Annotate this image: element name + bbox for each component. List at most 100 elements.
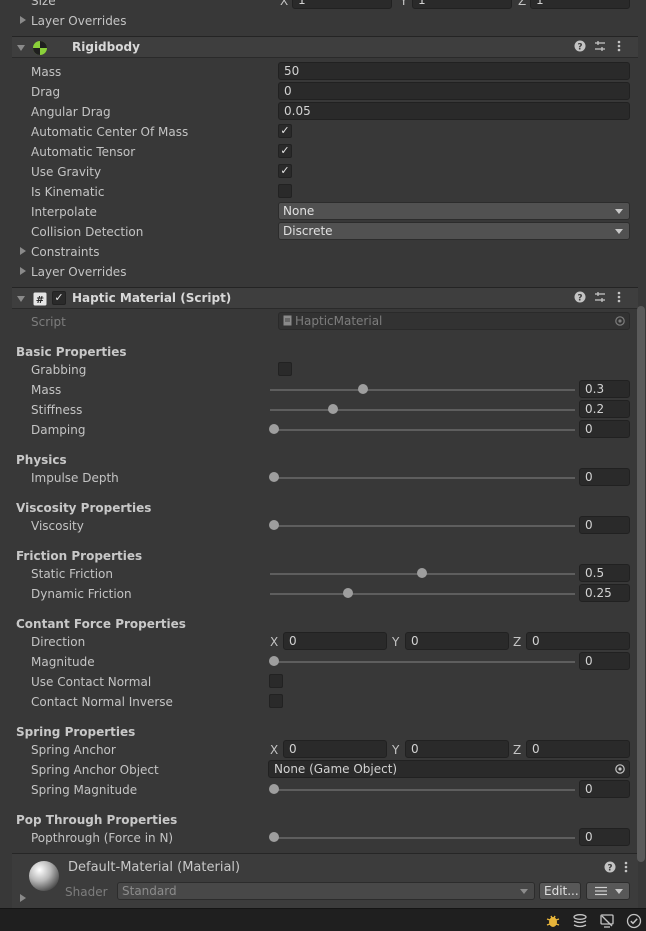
impulse-depth-field[interactable]: 0	[579, 468, 630, 486]
rb-angular-drag-field[interactable]: 0.05	[278, 102, 630, 120]
material-foldout-arrow[interactable]	[20, 894, 26, 902]
direction-label: Direction	[31, 635, 86, 649]
rigidbody-foldout-arrow[interactable]	[17, 45, 25, 51]
friction-heading: Friction Properties	[16, 549, 143, 563]
rb-auto-com-checkbox[interactable]: ✓	[278, 124, 292, 138]
preset-icon[interactable]	[594, 40, 606, 56]
layer-overrides-foldout-top[interactable]: Layer Overrides	[31, 14, 126, 28]
basic-mass-slider-thumb[interactable]	[357, 384, 368, 394]
basic-mass-field[interactable]: 0.3	[579, 380, 630, 398]
magnitude-slider-thumb[interactable]	[269, 656, 279, 666]
bug-icon[interactable]	[545, 913, 561, 929]
magnitude-slider-track[interactable]	[270, 661, 575, 663]
rb-layer-overrides-foldout-arrow[interactable]	[20, 267, 26, 275]
dynamic-friction-slider-thumb[interactable]	[342, 588, 353, 598]
preset-icon[interactable]	[594, 291, 606, 307]
size-label: Size	[31, 0, 56, 8]
rb-is-kinematic-checkbox[interactable]	[278, 184, 292, 198]
object-picker-icon[interactable]	[615, 316, 625, 326]
layers-icon[interactable]	[572, 913, 588, 929]
direction-y-field[interactable]: 0	[405, 632, 509, 650]
kebab-menu-icon[interactable]	[623, 861, 629, 877]
stiffness-slider-track[interactable]	[270, 409, 575, 411]
viscosity-field[interactable]: 0	[579, 516, 630, 534]
constraints-foldout[interactable]: Constraints	[31, 245, 99, 259]
magnitude-field[interactable]: 0	[579, 652, 630, 670]
rb-drag-field[interactable]: 0	[278, 82, 630, 100]
dynamic-friction-slider-track[interactable]	[270, 593, 575, 595]
shader-label: Shader	[65, 885, 108, 899]
damping-field[interactable]: 0	[579, 420, 630, 438]
spring-anchor-label: Spring Anchor	[31, 743, 116, 757]
anchor-z-label: Z	[513, 743, 522, 757]
size-y-label: Y	[400, 0, 408, 8]
rb-auto-tensor-checkbox[interactable]: ✓	[278, 144, 292, 158]
help-icon[interactable]: ?	[574, 40, 586, 56]
object-picker-icon[interactable]	[615, 764, 625, 774]
rb-use-gravity-label: Use Gravity	[31, 165, 102, 179]
rb-use-gravity-checkbox[interactable]: ✓	[278, 164, 292, 178]
rb-layer-overrides-foldout[interactable]: Layer Overrides	[31, 265, 126, 279]
static-friction-field[interactable]: 0.5	[579, 564, 630, 582]
anchor-y-field[interactable]: 0	[405, 740, 509, 758]
popthrough-slider-track[interactable]	[270, 837, 575, 839]
edit-shader-button[interactable]: Edit...	[539, 882, 581, 900]
shader-list-button[interactable]	[586, 882, 630, 900]
size-x-field[interactable]: 1	[292, 0, 392, 9]
haptic-header[interactable]: # ✓ Haptic Material (Script) ?	[12, 287, 638, 309]
damping-slider-track[interactable]	[270, 429, 575, 431]
impulse-depth-slider-thumb[interactable]	[269, 472, 279, 482]
stiffness-slider-thumb[interactable]	[328, 404, 338, 414]
help-icon[interactable]: ?	[574, 291, 586, 307]
dynamic-friction-field[interactable]: 0.25	[579, 584, 630, 602]
spring-magnitude-slider-track[interactable]	[270, 789, 575, 791]
kebab-menu-icon[interactable]	[616, 291, 622, 307]
direction-z-field[interactable]: 0	[526, 632, 630, 650]
rigidbody-header[interactable]: Rigidbody ?	[12, 36, 638, 58]
haptic-foldout-arrow[interactable]	[17, 296, 25, 302]
rb-auto-tensor-label: Automatic Tensor	[31, 145, 136, 159]
size-z-field[interactable]: 1	[530, 0, 630, 9]
rb-collision-dropdown[interactable]: Discrete	[278, 222, 630, 240]
inspector-scrollbar[interactable]	[637, 306, 645, 862]
help-icon[interactable]: ?	[604, 861, 616, 877]
use-contact-normal-checkbox[interactable]	[269, 674, 283, 688]
anchor-z-field[interactable]: 0	[526, 740, 630, 758]
viscosity-label: Viscosity	[31, 519, 84, 533]
constraints-foldout-arrow[interactable]	[20, 247, 26, 255]
rb-interpolate-dropdown[interactable]: None	[278, 202, 630, 220]
viscosity-heading: Viscosity Properties	[16, 501, 152, 515]
checkmark-circle-icon[interactable]	[626, 913, 642, 929]
shader-dropdown[interactable]: Standard	[117, 882, 535, 900]
direction-x-field[interactable]: 0	[283, 632, 387, 650]
impulse-depth-slider-track[interactable]	[270, 477, 575, 479]
popthrough-field[interactable]: 0	[579, 828, 630, 846]
static-friction-slider-thumb[interactable]	[416, 568, 427, 578]
script-label: Script	[31, 315, 66, 329]
haptic-enabled-checkbox[interactable]: ✓	[52, 291, 66, 305]
layer-overrides-foldout-arrow[interactable]	[20, 16, 26, 24]
popthrough-slider-thumb[interactable]	[269, 832, 279, 842]
list-icon	[595, 886, 607, 896]
grabbing-checkbox[interactable]	[278, 362, 292, 376]
viscosity-slider-track[interactable]	[270, 525, 575, 527]
damping-slider-thumb[interactable]	[269, 424, 279, 434]
anchor-x-field[interactable]: 0	[283, 740, 387, 758]
spring-anchor-object-value: None (Game Object)	[274, 762, 398, 776]
magnitude-label: Magnitude	[31, 655, 95, 669]
rb-mass-field[interactable]: 50	[278, 62, 630, 80]
network-icon[interactable]	[599, 913, 615, 929]
viscosity-slider-thumb[interactable]	[269, 520, 279, 530]
contact-normal-inverse-checkbox[interactable]	[269, 694, 283, 708]
spring-magnitude-field[interactable]: 0	[579, 780, 630, 798]
size-x-label: X	[280, 0, 289, 8]
chevron-down-icon	[615, 209, 623, 214]
kebab-menu-icon[interactable]	[616, 40, 622, 56]
script-icon: #	[33, 292, 47, 306]
size-y-field[interactable]: 1	[412, 0, 512, 9]
basic-mass-slider-track[interactable]	[270, 389, 575, 391]
svg-text:?: ?	[577, 43, 582, 53]
spring-magnitude-slider-thumb[interactable]	[269, 784, 279, 794]
stiffness-field[interactable]: 0.2	[579, 400, 630, 418]
spring-anchor-object-field[interactable]: None (Game Object)	[268, 760, 630, 778]
